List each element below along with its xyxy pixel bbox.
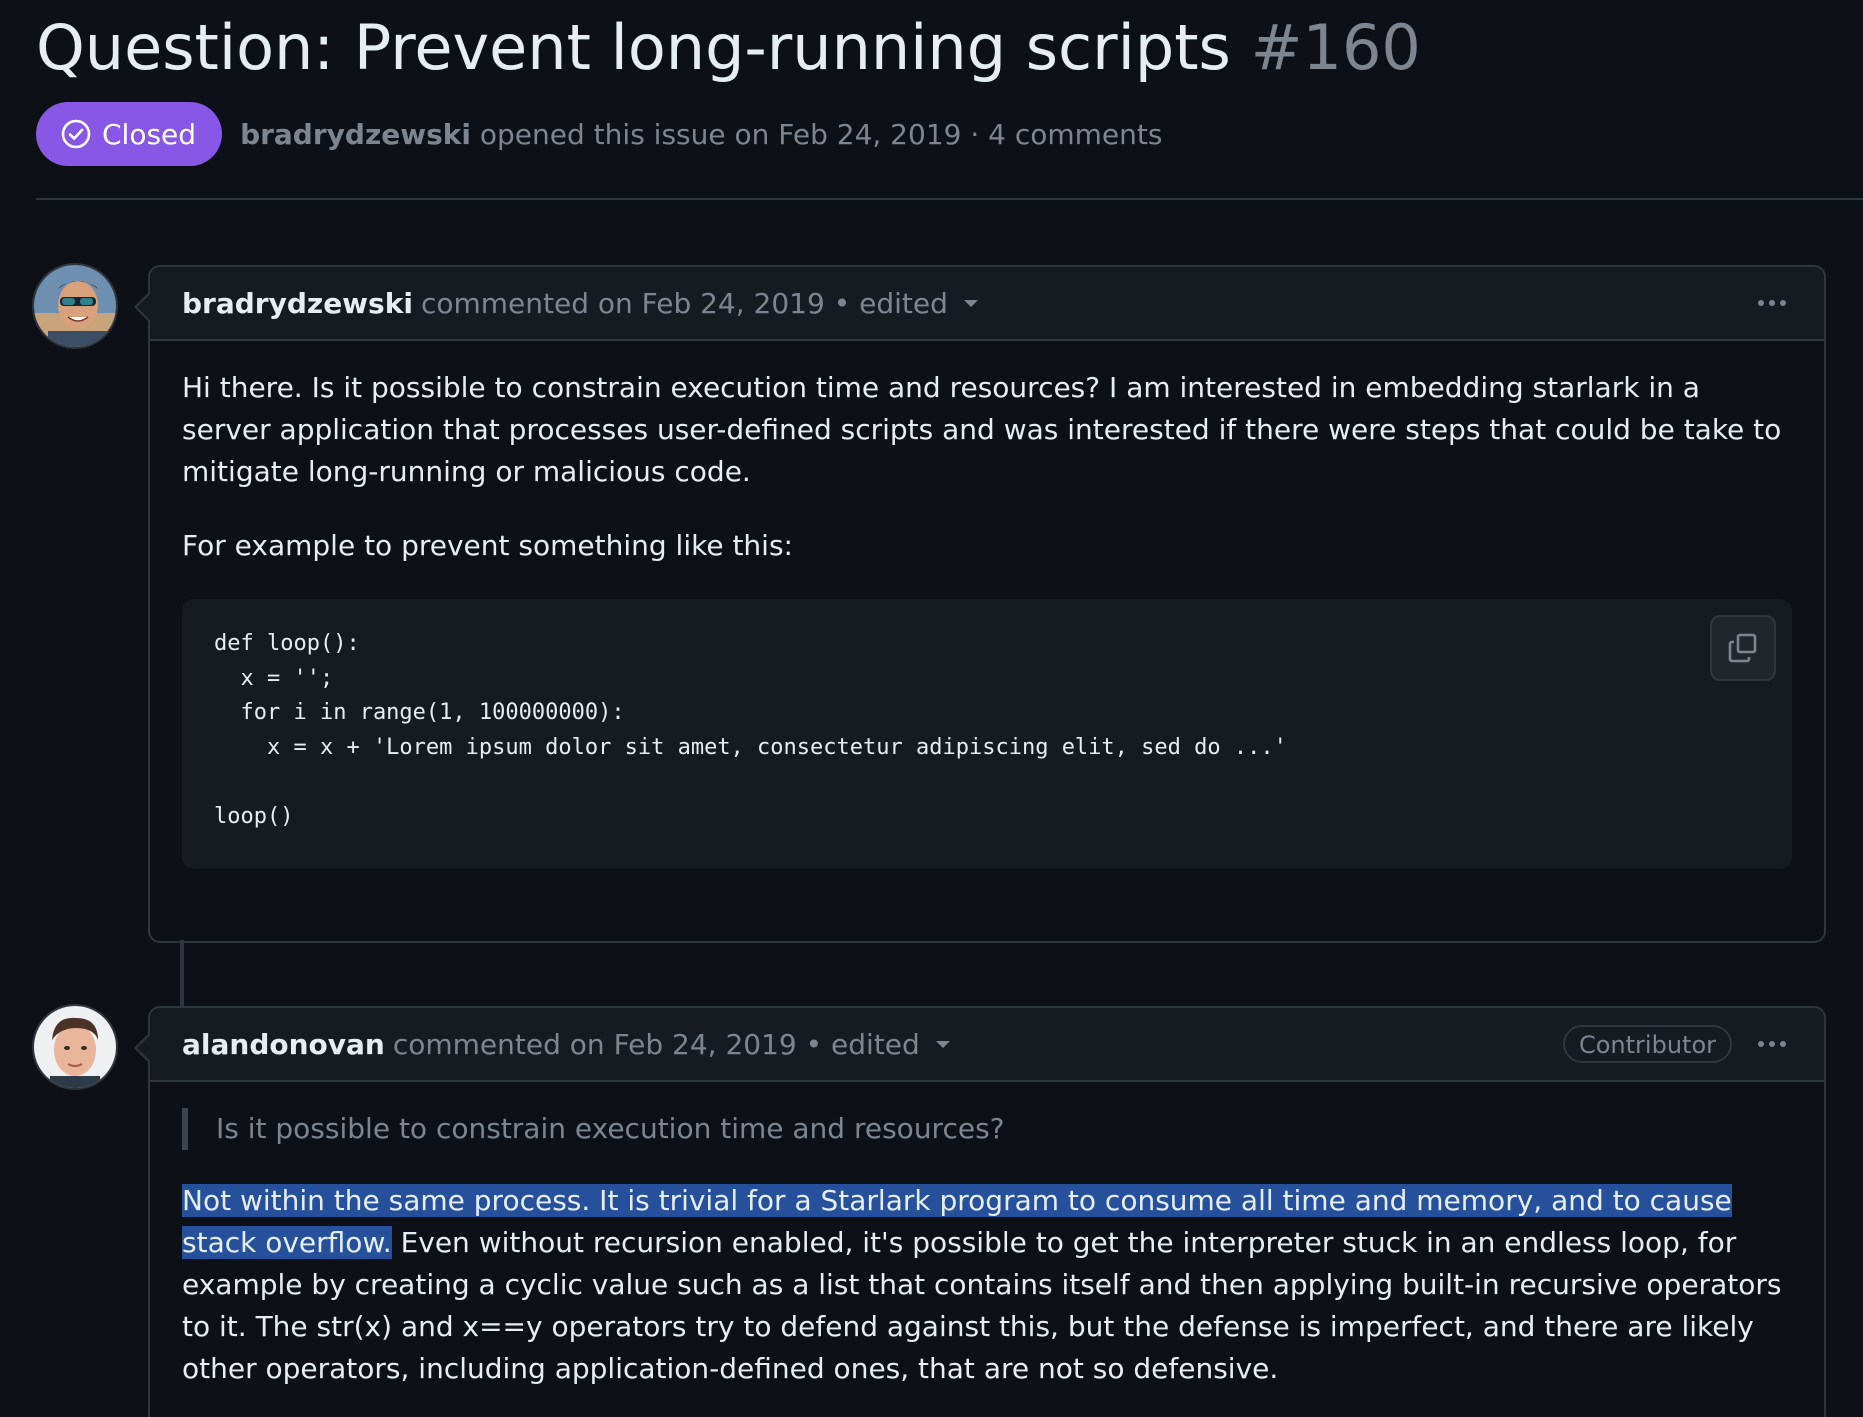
blockquote: Is it possible to constrain execution ti…: [182, 1108, 1792, 1150]
avatar-bradrydzewski[interactable]: [34, 265, 116, 347]
copy-icon: [1728, 633, 1757, 663]
comment-meta[interactable]: commented on Feb 24, 2019 • edited: [393, 1028, 920, 1061]
issue-author-link[interactable]: bradrydzewski: [240, 118, 471, 151]
code-text: def loop(): x = ''; for i in range(1, 10…: [214, 631, 1287, 829]
comment-author-link[interactable]: alandonovan: [182, 1028, 385, 1061]
code-block: def loop(): x = ''; for i in range(1, 10…: [182, 599, 1792, 869]
comment-paragraph: Hi there. Is it possible to constrain ex…: [182, 371, 1782, 488]
comment-1: bradrydzewski commented on Feb 24, 2019 …: [134, 265, 1826, 943]
contributor-badge: Contributor: [1562, 1025, 1732, 1063]
copy-button[interactable]: [1710, 615, 1776, 681]
comment-body: Hi there. Is it possible to constrain ex…: [150, 341, 1824, 869]
check-circle-icon: [61, 119, 91, 149]
issue-title-text: Question: Prevent long-running scripts: [36, 11, 1231, 84]
comment-paragraph: Not within the same process. It is trivi…: [182, 1180, 1792, 1390]
comment-header: bradrydzewski commented on Feb 24, 2019 …: [150, 267, 1824, 341]
issue-opened-text: opened this issue on Feb 24, 2019 · 4 co…: [479, 117, 1163, 151]
avatar-alandonovan[interactable]: [34, 1006, 116, 1088]
avatar-image: [34, 265, 116, 347]
comment-header-actions: Contributor: [1562, 1008, 1786, 1080]
comment-text: Even without recursion enabled, it's pos…: [182, 1226, 1782, 1385]
header-divider: [36, 198, 1863, 200]
comment-header-actions: [1758, 267, 1786, 339]
kebab-horizontal-icon[interactable]: [1758, 291, 1786, 315]
issue-title: Question: Prevent long-running scripts #…: [36, 0, 1863, 86]
kebab-horizontal-icon[interactable]: [1758, 1032, 1786, 1056]
issue-opened-info: bradrydzewski opened this issue on Feb 2…: [240, 118, 1162, 151]
state-label: Closed: [102, 117, 197, 151]
comment-meta[interactable]: commented on Feb 24, 2019 • edited: [421, 287, 948, 320]
avatar-image: [34, 1006, 116, 1088]
state-badge: Closed: [36, 102, 223, 166]
issue-meta: Closed bradrydzewski opened this issue o…: [36, 102, 1863, 166]
issue-number: #160: [1250, 11, 1421, 84]
comment-paragraph: For example to prevent something like th…: [182, 529, 793, 562]
timeline-connector: [180, 940, 184, 1006]
comment-author-link[interactable]: bradrydzewski: [182, 287, 413, 320]
issue-header: Question: Prevent long-running scripts #…: [36, 0, 1863, 166]
comment-body: Is it possible to constrain execution ti…: [150, 1082, 1824, 1390]
comment-2: alandonovan commented on Feb 24, 2019 • …: [134, 1006, 1826, 1417]
issue-page: Question: Prevent long-running scripts #…: [0, 0, 1863, 1417]
comment-header: alandonovan commented on Feb 24, 2019 • …: [150, 1008, 1824, 1082]
triangle-down-icon[interactable]: [935, 1040, 950, 1048]
triangle-down-icon[interactable]: [963, 299, 978, 307]
